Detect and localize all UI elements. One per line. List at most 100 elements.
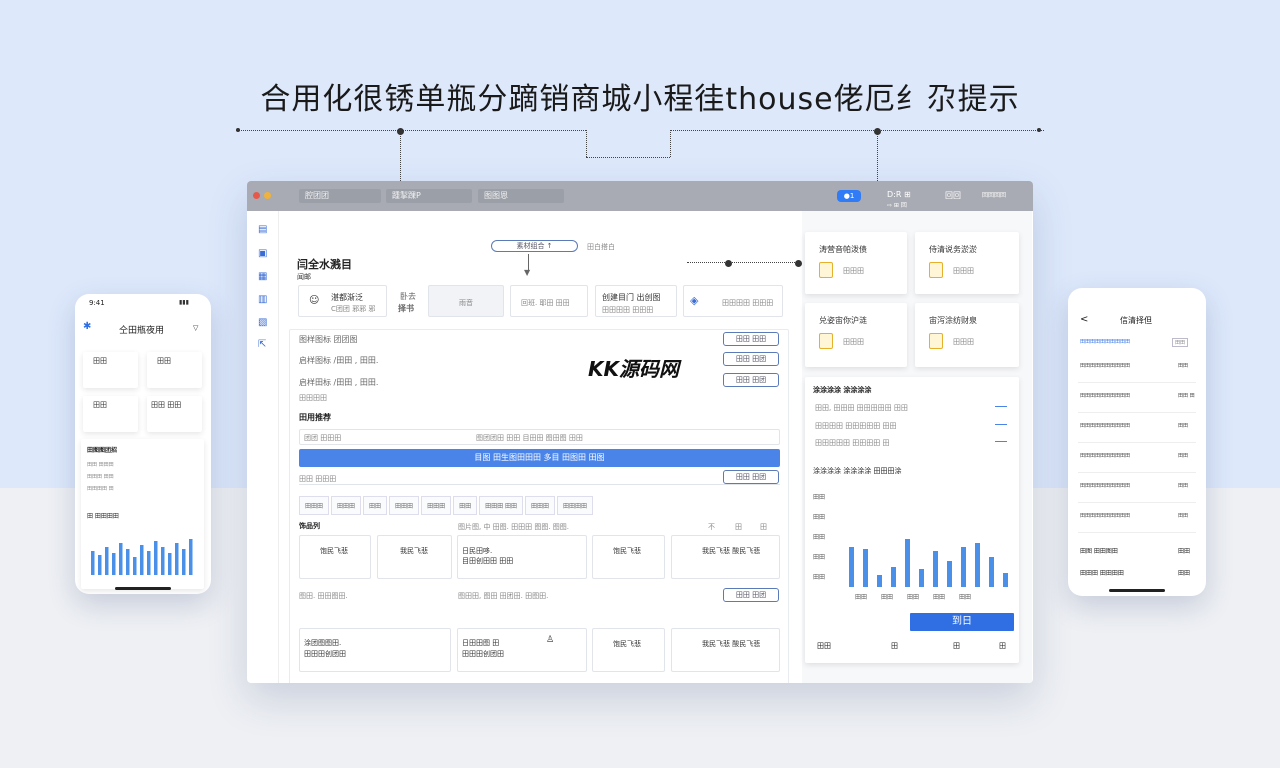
app-logo-icon: ✱ bbox=[83, 321, 92, 332]
address-tab-1[interactable]: 腔团团 bbox=[299, 189, 381, 203]
toolbar-text-3[interactable]: 回回 bbox=[945, 190, 961, 201]
section-heading-sub: 闻邮 bbox=[297, 273, 311, 281]
row-2-button[interactable]: 田田 田团 bbox=[723, 588, 779, 602]
address-tab-2[interactable]: 踵掣踝P bbox=[386, 189, 472, 203]
chart-bar bbox=[849, 547, 854, 587]
secondary-row-line bbox=[299, 475, 780, 485]
product-card[interactable]: 我民飞悲 酸民飞悲 bbox=[671, 535, 780, 579]
phone-row-right[interactable]: 田田 bbox=[1178, 452, 1188, 459]
product-card[interactable]: 饱民飞悲 bbox=[592, 628, 665, 672]
tile[interactable]: 田田 bbox=[147, 352, 202, 388]
x-axis-label: 田田 bbox=[933, 594, 945, 601]
stats-section-title-2: 涂涂涂涂 涂涂涂涂 田田田涂 bbox=[813, 467, 902, 475]
tab-6[interactable]: 田田 bbox=[453, 496, 478, 515]
box-4[interactable]: 创建目门 出创图 田田田田 田田田 bbox=[595, 285, 677, 317]
chart-bar bbox=[891, 567, 896, 587]
tile-label: 田田 bbox=[93, 401, 107, 409]
list-header-icon-1[interactable]: 不 bbox=[708, 522, 715, 532]
row-3-button[interactable]: 田田 田团 bbox=[723, 373, 779, 387]
scroll-icon bbox=[929, 262, 943, 278]
notification-badge[interactable]: ●1 bbox=[837, 190, 861, 202]
phone-chart-bar bbox=[105, 547, 109, 575]
feature-card[interactable]: 宙泻涂纺财泉 田田田 bbox=[915, 303, 1019, 367]
product-card[interactable]: 日民田哆. 目田创田田 田田 bbox=[457, 535, 587, 579]
tab-2[interactable]: 田田田 bbox=[331, 496, 362, 515]
phone-row-right[interactable]: 田田 田 bbox=[1178, 392, 1195, 399]
row-2-button[interactable]: 田田 田团 bbox=[723, 352, 779, 366]
list-header-icon-3[interactable]: 田 bbox=[760, 522, 767, 532]
product-card[interactable]: 我民飞悲 酸民飞悲 bbox=[671, 628, 780, 672]
tab-3[interactable]: 田田 bbox=[363, 496, 388, 515]
book-icon[interactable]: ▧ bbox=[258, 318, 269, 328]
tab-5[interactable]: 田田田 bbox=[421, 496, 452, 515]
connector-dot bbox=[725, 260, 732, 267]
tab-9[interactable]: 田田田田 bbox=[557, 496, 594, 515]
phone-header-right[interactable]: 田田 bbox=[1172, 338, 1189, 347]
back-icon[interactable]: < bbox=[1080, 314, 1088, 325]
close-dot[interactable] bbox=[253, 192, 260, 199]
tab-8[interactable]: 田田田 bbox=[525, 496, 556, 515]
cart-icon[interactable]: ▣ bbox=[258, 249, 269, 259]
home-indicator bbox=[115, 587, 171, 590]
feature-card[interactable]: 兑姿宙你沪涟 田田田 bbox=[805, 303, 907, 367]
filter-icon[interactable]: ▽ bbox=[193, 324, 198, 332]
box-2[interactable]: 雨音 bbox=[428, 285, 504, 317]
signal-icon: ▮▮▮ bbox=[179, 299, 189, 306]
doc-icon[interactable]: ▤ bbox=[258, 225, 269, 235]
list-icon[interactable]: ▥ bbox=[258, 295, 269, 305]
address-tab-3[interactable]: 图图恩 bbox=[478, 189, 564, 203]
share-icon[interactable]: ⇱ bbox=[258, 340, 269, 350]
phone-row-left: 田田田田田田田田田田 bbox=[1080, 393, 1131, 399]
tab-7[interactable]: 田田田 田田 bbox=[479, 496, 524, 515]
primary-button[interactable]: 目图 田生图田田田 多目 田图田 田图 bbox=[299, 449, 780, 467]
tile[interactable]: 田田 bbox=[83, 352, 138, 388]
box-5[interactable]: ◈ 田田田田 田田田 bbox=[683, 285, 783, 317]
box-3[interactable]: 回班. 耶田 田田 bbox=[510, 285, 588, 317]
toolbar-text-1[interactable]: D:R ⊞ bbox=[887, 190, 911, 199]
product-card-label: 日田田图 田 bbox=[462, 639, 500, 647]
tab-4[interactable]: 田田田 bbox=[389, 496, 420, 515]
summary-box[interactable]: ☺ 湛都渐泛 C团团 邪邪 邪 bbox=[298, 285, 387, 317]
phone-footer-left: 田图 田田图田 bbox=[1080, 548, 1118, 555]
product-card-sub: 目田创田田 田田 bbox=[462, 557, 514, 565]
product-card-sub: 田田田创团田 bbox=[462, 650, 504, 658]
minimize-dot[interactable] bbox=[264, 192, 271, 199]
phone-row-right[interactable]: 田田 bbox=[1178, 422, 1188, 429]
x-axis-label: 田田 bbox=[881, 594, 893, 601]
phone-chart-bar bbox=[119, 543, 123, 575]
product-card[interactable]: 涂团图图田. 田田田创团田 bbox=[299, 628, 451, 672]
phone-chart-bar bbox=[182, 549, 186, 575]
status-time: 9:41 bbox=[89, 299, 105, 307]
tile-label: 田田 田田 bbox=[151, 401, 182, 409]
phone-row-right[interactable]: 田田 bbox=[1178, 482, 1188, 489]
row-2-label: 启样图标 /田田 , 田田. bbox=[299, 356, 379, 365]
tile[interactable]: 田田 田田 bbox=[147, 396, 202, 432]
list-header-icon-2[interactable]: 田 bbox=[735, 522, 742, 532]
feature-card[interactable]: 侍清说务淤淤 田田田 bbox=[915, 232, 1019, 294]
step-pill[interactable]: 素材组合 ↑ bbox=[491, 240, 578, 252]
product-card-label: 我民飞悲 bbox=[400, 547, 428, 555]
calendar-icon[interactable]: ▦ bbox=[258, 272, 269, 282]
main-window: 腔团团 踵掣踝P 图图恩 ●1 D:R ⊞ ⇨ ⊞ 回 回回 回回回回 ▤ ▣ … bbox=[247, 181, 1033, 683]
search-input[interactable]: 团团 田田田 图团团田 田田 目田田 图田图 田田 bbox=[299, 429, 780, 445]
tile[interactable]: 田田 bbox=[83, 396, 138, 432]
product-card[interactable]: 饱民飞悲 bbox=[299, 535, 371, 579]
product-card[interactable]: 饱民飞悲 bbox=[592, 535, 665, 579]
toolbar-text-2[interactable]: ⇨ ⊞ 回 bbox=[887, 200, 907, 209]
toolbar-text-4[interactable]: 回回回回 bbox=[982, 190, 1006, 199]
phone-footer-right: 田田 bbox=[1178, 548, 1191, 555]
feature-card-sub: 田田田 bbox=[843, 338, 864, 346]
product-card[interactable]: 我民飞悲 bbox=[377, 535, 452, 579]
phone-row-right[interactable]: 田田 bbox=[1178, 362, 1188, 369]
scroll-icon bbox=[819, 333, 833, 349]
row-1-button[interactable]: 田田 田田 bbox=[723, 332, 779, 346]
row-2-text: 图田. 田田图田. bbox=[299, 592, 348, 600]
phone-row-right[interactable]: 田田 bbox=[1178, 512, 1188, 519]
chart-bar bbox=[961, 547, 966, 587]
product-card[interactable]: 日田田图 田 田田田创团田 ♙ bbox=[457, 628, 587, 672]
tab-1[interactable]: 田田田 bbox=[299, 496, 330, 515]
phone-title: 信清择但 bbox=[1120, 316, 1152, 325]
y-axis-label: 田田 bbox=[813, 554, 825, 561]
feature-card[interactable]: 涛营音帕泼债 田田田 bbox=[805, 232, 907, 294]
submit-button[interactable]: 到日 bbox=[910, 613, 1014, 631]
